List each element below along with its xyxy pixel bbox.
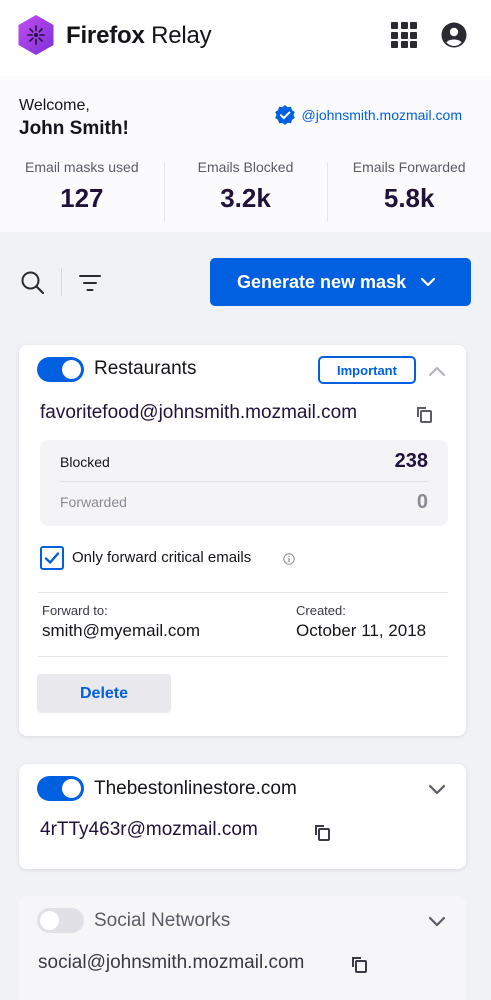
- filter-icon[interactable]: [78, 271, 102, 295]
- relay-alias-text: @johnsmith.mozmail.com: [301, 107, 462, 123]
- stats-row: Email masks used 127 Emails Blocked 3.2k…: [0, 152, 491, 226]
- chevron-down-icon[interactable]: [428, 784, 446, 796]
- forwarded-row: Forwarded 0: [60, 482, 428, 522]
- forward-to-label: Forward to:: [42, 603, 108, 618]
- info-icon[interactable]: [283, 553, 295, 565]
- apps-grid-icon[interactable]: [391, 22, 417, 48]
- mask-card: Social Networks social@johnsmith.mozmail…: [19, 896, 466, 1000]
- mask-address: 4rTTy463r@mozmail.com: [40, 819, 258, 840]
- verified-badge-icon: [274, 105, 295, 125]
- stat-label: Emails Blocked: [197, 159, 294, 175]
- welcome-text: Welcome,: [19, 97, 90, 114]
- stat-label: Email masks used: [25, 159, 139, 175]
- chevron-down-icon[interactable]: [428, 916, 446, 928]
- forwarded-label: Forwarded: [60, 494, 127, 510]
- profile-banner: Welcome, John Smith! @johnsmith.mozmail.…: [0, 76, 491, 232]
- created-label: Created:: [296, 603, 346, 618]
- mask-label: Restaurants: [94, 358, 197, 379]
- mask-card: Restaurants Important favoritefood@johns…: [19, 345, 466, 736]
- mask-stats-box: Blocked 238 Forwarded 0: [40, 440, 448, 526]
- stat-value: 5.8k: [383, 183, 435, 213]
- stat-masks-used: Email masks used 127: [0, 152, 164, 226]
- critical-emails-checkbox[interactable]: [40, 546, 64, 570]
- checkmark-icon: [44, 552, 60, 564]
- stat-value: 127: [60, 183, 104, 213]
- mask-label: Thebestonlinestore.com: [94, 778, 297, 799]
- search-icon[interactable]: [19, 269, 47, 297]
- mask-address: favoritefood@johnsmith.mozmail.com: [40, 402, 358, 423]
- mask-enabled-toggle[interactable]: [37, 908, 84, 933]
- mask-address: social@johnsmith.mozmail.com: [38, 952, 305, 973]
- mask-enabled-toggle[interactable]: [37, 357, 84, 382]
- forward-to-value: smith@myemail.com: [42, 621, 200, 640]
- generate-mask-button[interactable]: Generate new mask: [210, 258, 471, 306]
- stat-emails-blocked: Emails Blocked 3.2k: [163, 152, 328, 226]
- app-header: Firefox Relay: [0, 0, 491, 76]
- account-icon[interactable]: [441, 22, 467, 48]
- forwarded-value: 0: [416, 490, 428, 513]
- app-title: Firefox Relay: [66, 22, 212, 49]
- mask-enabled-toggle[interactable]: [37, 776, 84, 801]
- stat-emails-forwarded: Emails Forwarded 5.8k: [327, 152, 491, 226]
- stat-label: Emails Forwarded: [352, 159, 466, 175]
- blocked-label: Blocked: [60, 453, 110, 470]
- blocked-row: Blocked 238: [60, 442, 428, 482]
- stat-value: 3.2k: [220, 183, 271, 213]
- important-tag[interactable]: Important: [318, 356, 416, 384]
- relay-alias[interactable]: @johnsmith.mozmail.com: [274, 104, 462, 126]
- chevron-up-icon[interactable]: [428, 365, 446, 377]
- generate-mask-label: Generate new mask: [237, 271, 407, 292]
- relay-logo-icon[interactable]: [17, 14, 55, 56]
- copy-icon[interactable]: [350, 954, 368, 974]
- mask-card: Thebestonlinestore.com 4rTTy463r@mozmail…: [19, 764, 466, 869]
- created-value: October 11, 2018: [296, 621, 427, 640]
- chevron-down-icon: [420, 277, 436, 287]
- toolbar-divider: [61, 268, 62, 296]
- copy-icon[interactable]: [415, 404, 433, 424]
- critical-emails-label: Only forward critical emails: [72, 549, 252, 566]
- divider: [38, 592, 448, 593]
- mask-label: Social Networks: [94, 910, 231, 931]
- user-name: John Smith!: [19, 118, 129, 139]
- blocked-value: 238: [394, 450, 428, 472]
- delete-button[interactable]: Delete: [37, 674, 171, 713]
- copy-icon[interactable]: [313, 822, 331, 842]
- divider: [38, 656, 448, 657]
